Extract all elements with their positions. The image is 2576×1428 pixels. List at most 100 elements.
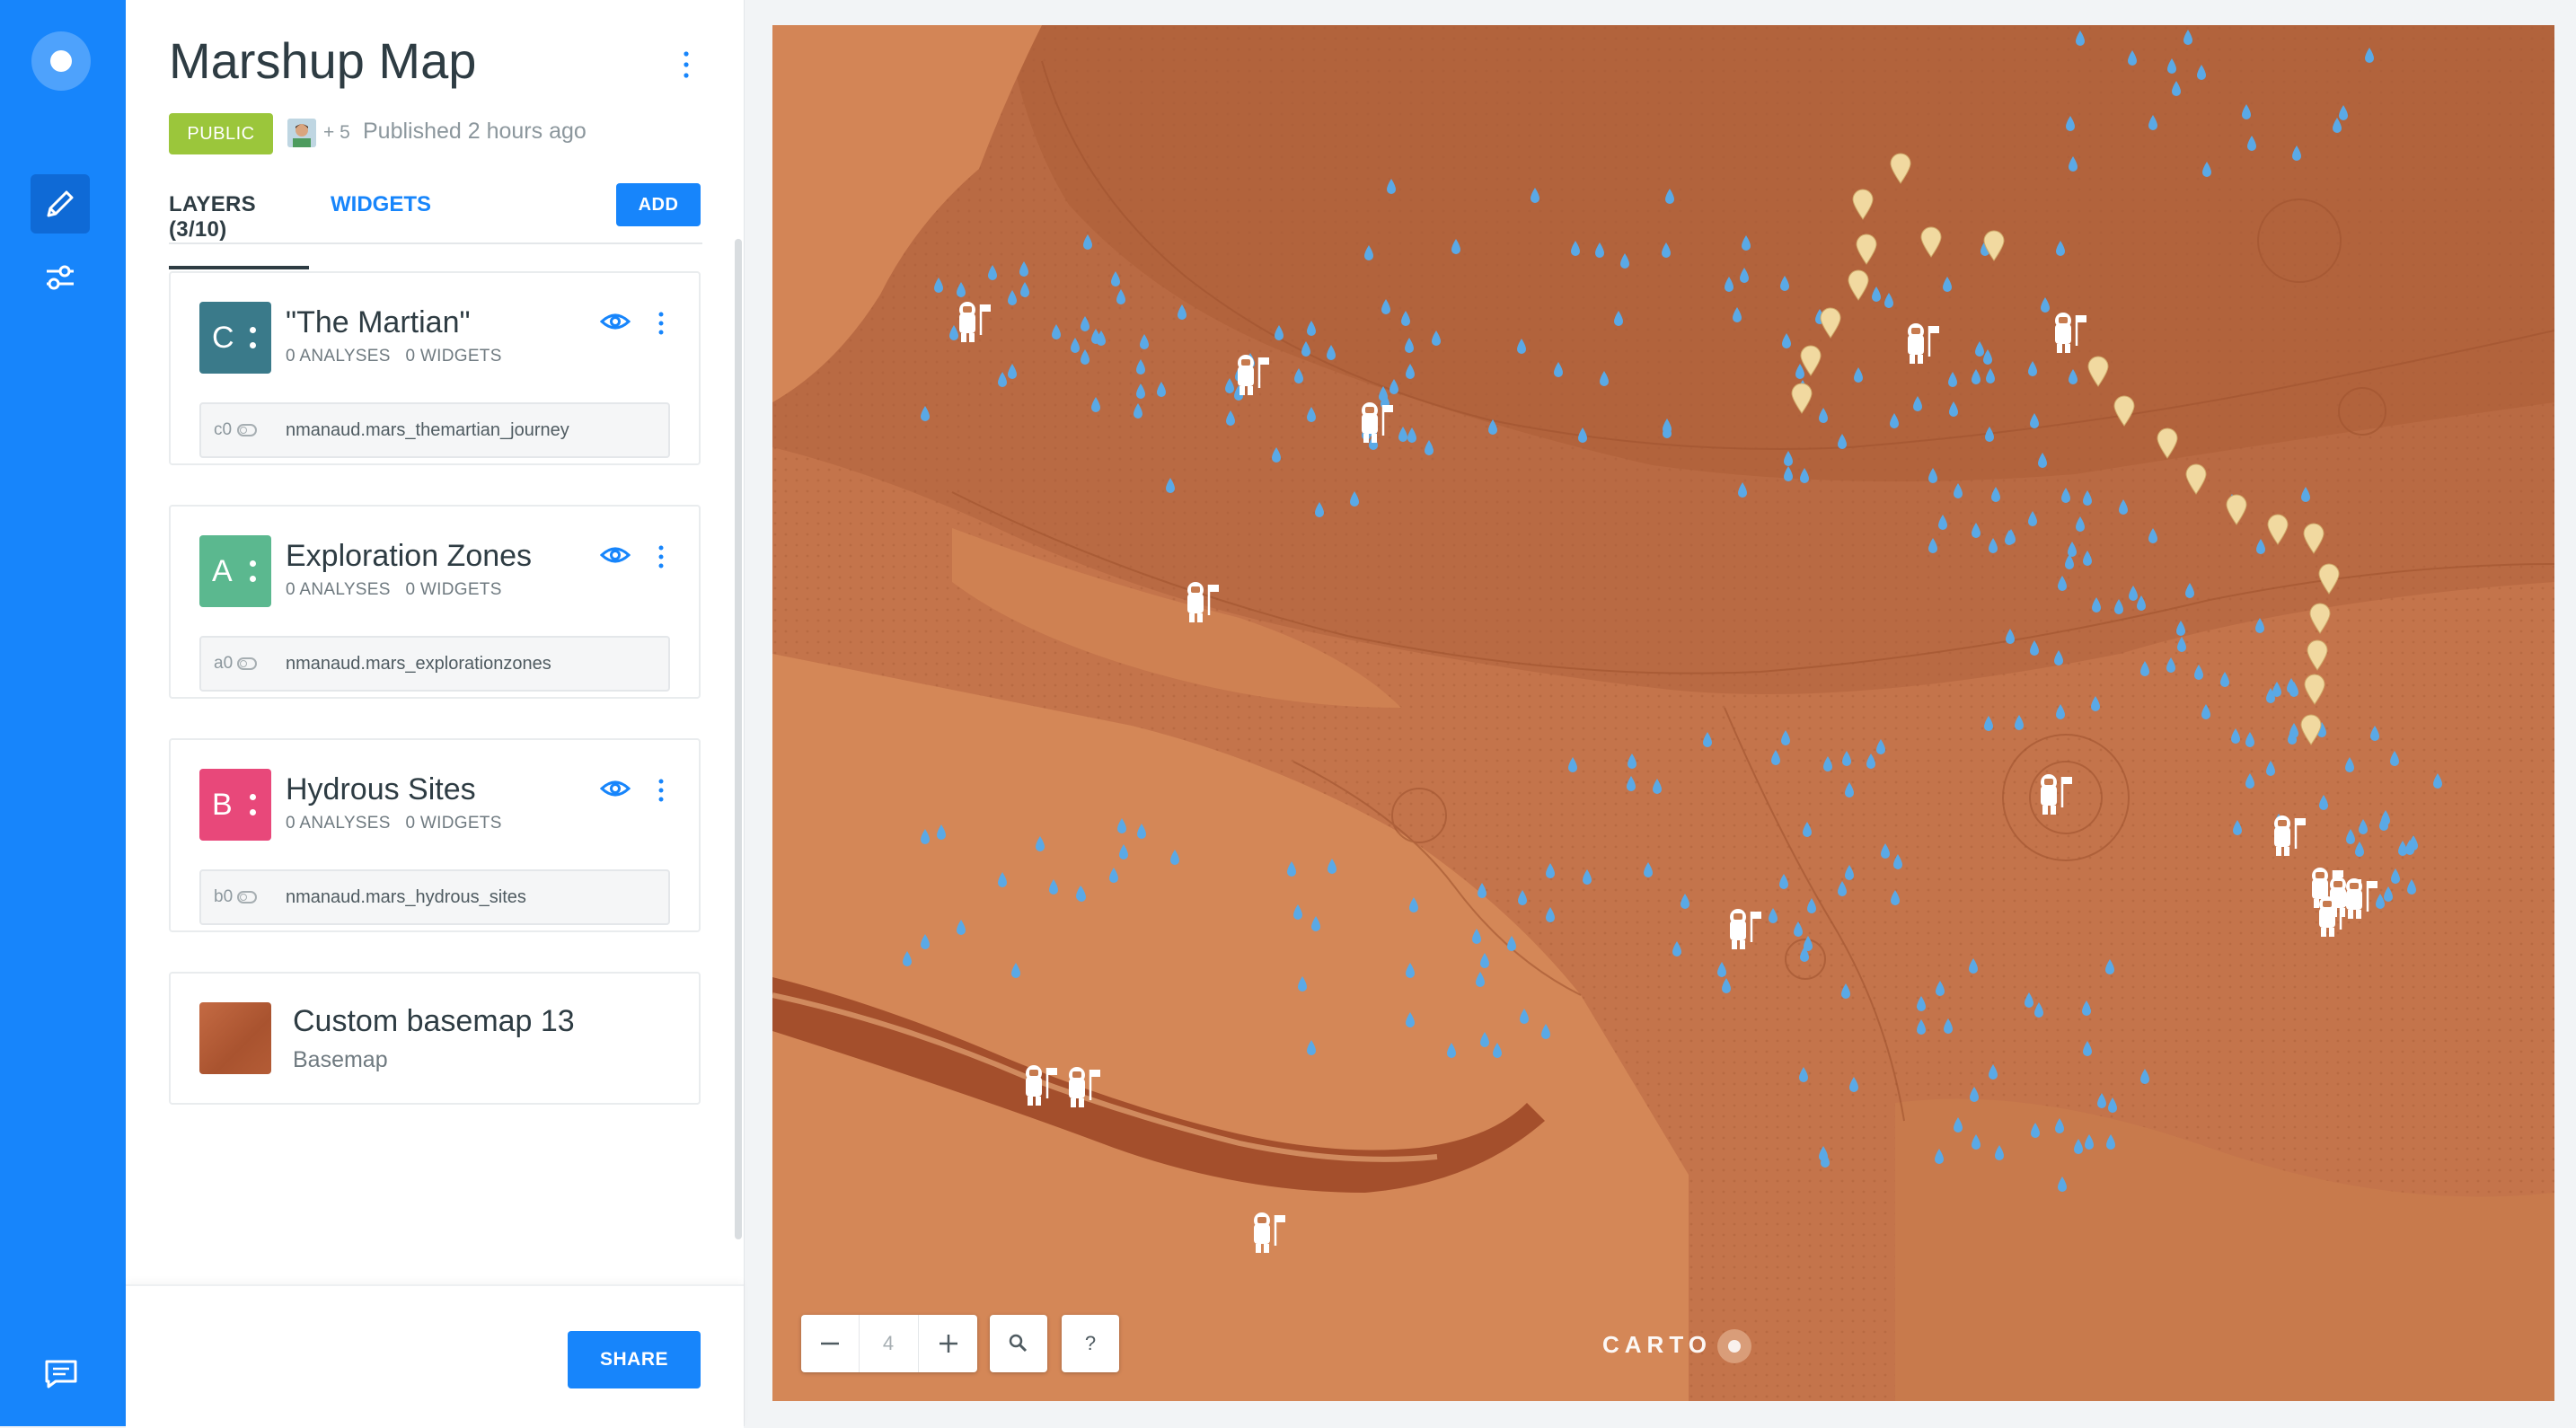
water-drop-icon[interactable] (1837, 881, 1848, 897)
water-drop-icon[interactable] (1937, 515, 1948, 531)
layer-name[interactable]: "The Martian" (286, 305, 471, 340)
water-drop-icon[interactable] (1928, 468, 1938, 484)
water-drop-icon[interactable] (1662, 423, 1672, 439)
water-drop-icon[interactable] (1988, 1064, 1998, 1080)
kebab-menu-icon[interactable] (656, 542, 666, 571)
kebab-menu-icon[interactable] (656, 776, 666, 805)
water-drop-icon[interactable] (1739, 268, 1750, 284)
water-drop-icon[interactable] (2265, 688, 2276, 704)
water-drop-icon[interactable] (2171, 81, 2182, 97)
water-drop-icon[interactable] (1139, 334, 1150, 350)
layer-card[interactable]: B Hydrous Sites 0 ANALYSES 0 WIDGETS b0 … (169, 738, 701, 932)
water-drop-icon[interactable] (1912, 396, 1923, 412)
journey-pin-icon[interactable] (2317, 563, 2341, 595)
avatar[interactable] (287, 119, 316, 147)
water-drop-icon[interactable] (2081, 1000, 2092, 1017)
water-drop-icon[interactable] (1010, 963, 1021, 979)
water-drop-icon[interactable] (2148, 528, 2158, 544)
water-drop-icon[interactable] (2030, 1123, 2041, 1139)
water-drop-icon[interactable] (902, 951, 913, 967)
water-drop-icon[interactable] (2432, 773, 2443, 789)
journey-pin-icon[interactable] (1851, 189, 1875, 221)
panel-scrollbar[interactable] (735, 239, 742, 1239)
water-drop-icon[interactable] (1969, 1087, 1980, 1103)
water-drop-icon[interactable] (920, 406, 931, 422)
water-drop-icon[interactable] (1985, 368, 1996, 384)
journey-pin-icon[interactable] (1982, 230, 2006, 262)
water-drop-icon[interactable] (1983, 716, 1994, 732)
privacy-badge[interactable]: PUBLIC (169, 113, 273, 154)
journey-pin-icon[interactable] (2113, 395, 2136, 428)
water-drop-icon[interactable] (1802, 822, 1813, 838)
eye-icon[interactable] (599, 544, 631, 566)
journey-pin-icon[interactable] (1855, 234, 1878, 266)
tab-layers[interactable]: LAYERS (3/10) (169, 192, 309, 269)
water-drop-icon[interactable] (2175, 621, 2186, 637)
journey-pin-icon[interactable] (2266, 514, 2289, 546)
water-drop-icon[interactable] (2201, 704, 2211, 720)
water-drop-icon[interactable] (1780, 730, 1791, 746)
water-drop-icon[interactable] (997, 872, 1008, 888)
water-drop-icon[interactable] (1116, 289, 1126, 305)
water-drop-icon[interactable] (1984, 427, 1995, 443)
help-button[interactable]: ? (1062, 1315, 1119, 1372)
water-drop-icon[interactable] (2219, 672, 2230, 688)
water-drop-icon[interactable] (1286, 861, 1297, 877)
water-drop-icon[interactable] (1934, 1149, 1945, 1165)
water-drop-icon[interactable] (1075, 886, 1086, 902)
water-drop-icon[interactable] (2358, 819, 2369, 835)
sliders-icon[interactable] (31, 248, 90, 307)
water-drop-icon[interactable] (1947, 372, 1958, 388)
astronaut-icon[interactable] (1019, 1062, 1058, 1107)
water-drop-icon[interactable] (1875, 739, 1886, 755)
water-drop-icon[interactable] (1471, 929, 1482, 945)
journey-pin-icon[interactable] (1799, 345, 1822, 377)
journey-pin-icon[interactable] (2299, 714, 2323, 746)
water-drop-icon[interactable] (2289, 723, 2299, 739)
kebab-menu-icon[interactable] (656, 309, 666, 338)
astronaut-icon[interactable] (1247, 1210, 1286, 1255)
water-drop-icon[interactable] (1363, 245, 1374, 261)
water-drop-icon[interactable] (2148, 115, 2158, 131)
journey-pin-icon[interactable] (2156, 428, 2179, 460)
layer-source[interactable]: c0 nmanaud.mars_themartian_journey (199, 402, 670, 458)
water-drop-icon[interactable] (1783, 466, 1794, 482)
water-drop-icon[interactable] (1943, 1018, 1954, 1035)
carto-logo-icon[interactable] (31, 31, 91, 91)
water-drop-icon[interactable] (1871, 286, 1882, 303)
water-drop-icon[interactable] (1741, 235, 1751, 251)
astronaut-icon[interactable] (2339, 876, 2378, 921)
water-drop-icon[interactable] (1477, 883, 1487, 899)
water-drop-icon[interactable] (2060, 488, 2071, 504)
water-drop-icon[interactable] (1297, 976, 1308, 992)
journey-pin-icon[interactable] (2308, 603, 2332, 635)
water-drop-icon[interactable] (2232, 820, 2243, 836)
water-drop-icon[interactable] (2344, 757, 2355, 773)
layer-letter-badge[interactable]: C (199, 302, 271, 374)
water-drop-icon[interactable] (1405, 1012, 1416, 1028)
water-drop-icon[interactable] (2118, 499, 2129, 516)
water-drop-icon[interactable] (1798, 1067, 1809, 1083)
water-drop-icon[interactable] (1971, 523, 1981, 539)
water-drop-icon[interactable] (2166, 58, 2177, 75)
water-drop-icon[interactable] (1035, 836, 1045, 852)
water-drop-icon[interactable] (1594, 242, 1605, 259)
water-drop-icon[interactable] (1225, 410, 1236, 427)
water-drop-icon[interactable] (2107, 1097, 2118, 1114)
journey-pin-icon[interactable] (2225, 494, 2248, 526)
water-drop-icon[interactable] (2345, 829, 2356, 845)
water-drop-icon[interactable] (1928, 538, 1938, 554)
journey-pin-icon[interactable] (2302, 523, 2325, 555)
water-drop-icon[interactable] (1517, 890, 1528, 906)
water-drop-icon[interactable] (1737, 482, 1748, 498)
layer-name[interactable]: Exploration Zones (286, 539, 532, 574)
water-drop-icon[interactable] (1080, 316, 1090, 332)
water-drop-icon[interactable] (2369, 726, 2380, 742)
water-drop-icon[interactable] (936, 824, 947, 841)
water-drop-icon[interactable] (1582, 869, 1592, 886)
water-drop-icon[interactable] (1398, 427, 1408, 443)
water-drop-icon[interactable] (2027, 361, 2038, 377)
water-drop-icon[interactable] (2029, 413, 2040, 429)
water-drop-icon[interactable] (1613, 311, 1624, 327)
water-drop-icon[interactable] (1479, 953, 1490, 969)
